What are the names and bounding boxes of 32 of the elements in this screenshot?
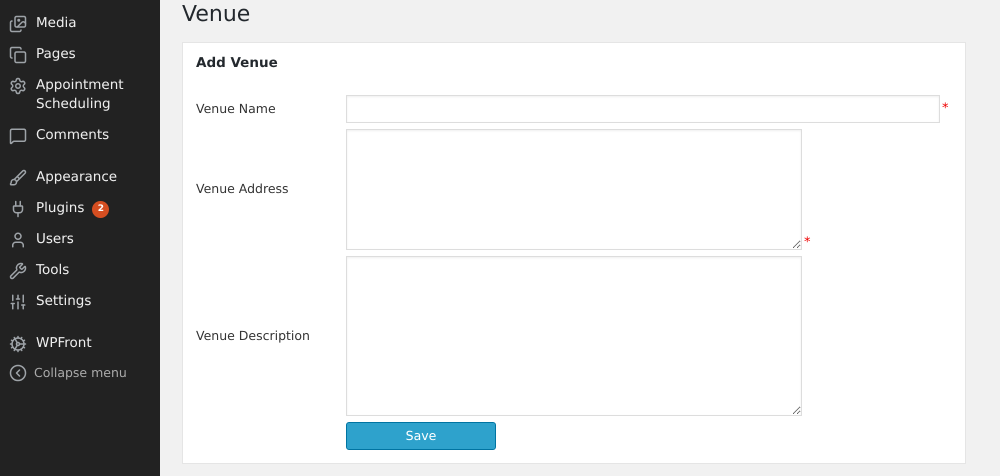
speech-bubble-icon <box>9 127 27 145</box>
collapse-icon <box>9 364 27 382</box>
text-field[interactable] <box>346 95 940 124</box>
menu-item[interactable]: WPFront <box>36 334 92 353</box>
page-title: Venue <box>182 1 252 29</box>
gear-icon <box>9 77 27 95</box>
menu-item[interactable]: Pages <box>36 45 76 64</box>
collapse-menu-link[interactable]: Collapse menu <box>34 364 127 383</box>
user-icon <box>9 231 27 249</box>
pages-icon <box>9 46 27 64</box>
form-title: Add Venue <box>196 54 279 73</box>
required-mark: * <box>804 236 810 250</box>
text-area[interactable] <box>346 129 802 250</box>
field-label: Venue Address <box>196 180 289 198</box>
menu-item[interactable]: Appearance <box>36 168 118 187</box>
media-icon <box>9 15 27 33</box>
menu-item[interactable]: Plugins <box>36 199 84 218</box>
menu-item[interactable]: Media <box>36 14 77 33</box>
field-label: Venue Name <box>196 100 276 118</box>
menu-item[interactable]: Comments <box>36 126 110 145</box>
count-badge: 2 <box>92 201 110 218</box>
sliders-icon <box>9 293 27 311</box>
wrench-icon <box>9 262 27 280</box>
required-mark: * <box>942 102 948 116</box>
menu-item[interactable]: Settings <box>36 292 92 311</box>
field-label: Venue Description <box>196 326 310 345</box>
menu-item[interactable]: Appointment Scheduling <box>36 76 136 114</box>
menu-item[interactable]: Users <box>36 230 74 249</box>
brush-icon <box>9 169 27 187</box>
cog-icon <box>9 335 27 353</box>
text-area[interactable] <box>346 256 802 416</box>
menu-item[interactable]: Tools <box>36 261 70 280</box>
